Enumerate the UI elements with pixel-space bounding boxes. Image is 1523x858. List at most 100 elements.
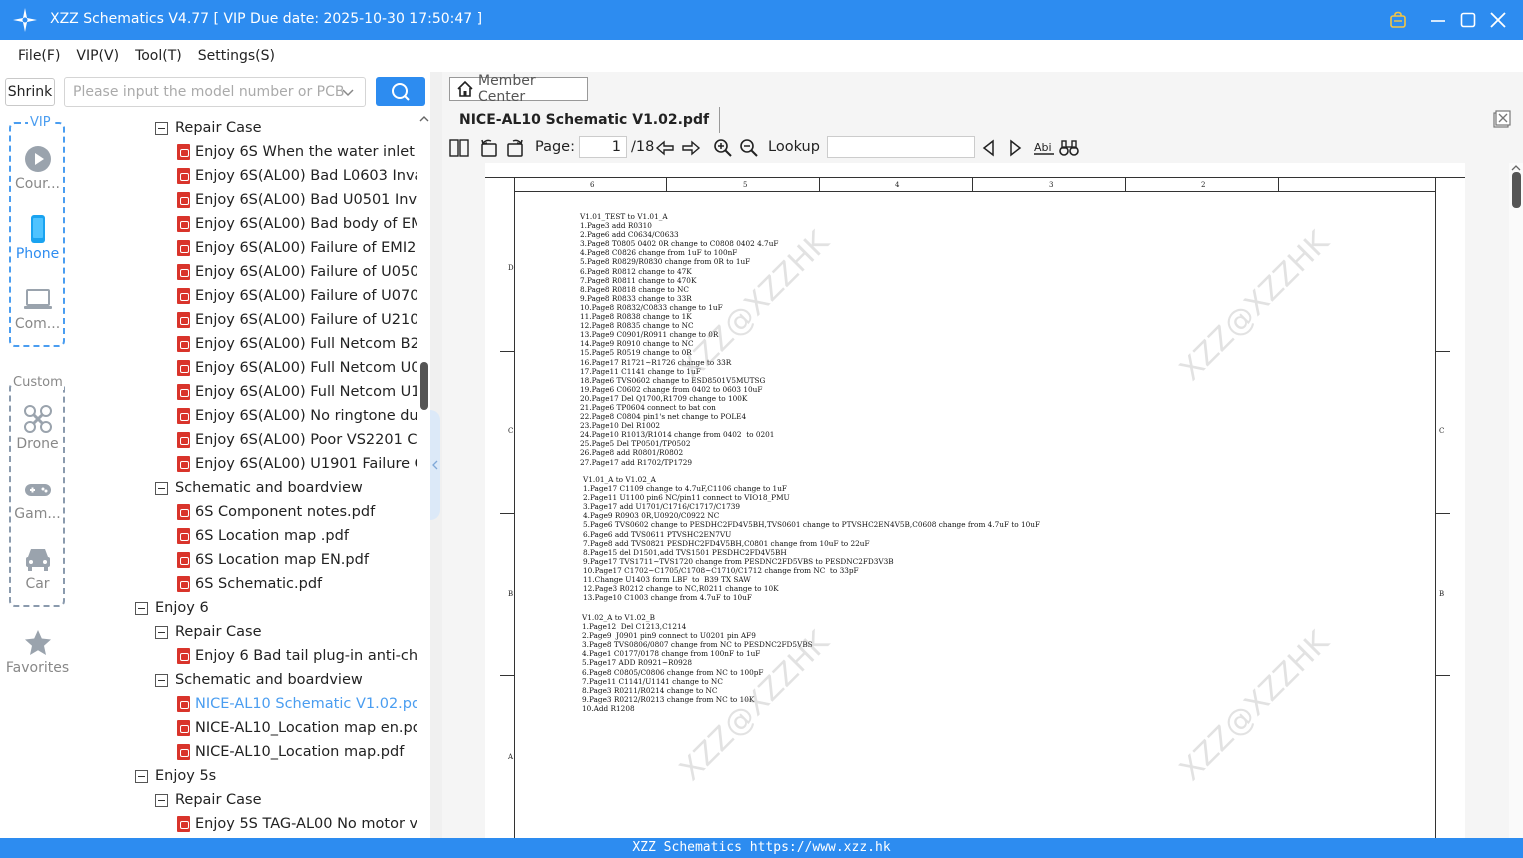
menu-settings[interactable]: Settings(S) (198, 48, 275, 64)
two-page-view-icon[interactable] (449, 138, 469, 158)
model-search-input[interactable]: Please input the model number or PCB (64, 77, 366, 107)
tree-folder[interactable]: Schematic and boardview (155, 668, 363, 692)
page-scrollbar[interactable] (1509, 163, 1523, 838)
menu-tool[interactable]: Tool(T) (135, 48, 182, 64)
collapse-toggle-icon[interactable] (135, 769, 148, 783)
tree-folder[interactable]: Enjoy 6 (135, 596, 209, 620)
tree-item-label: Enjoy 6S(AL00) Bad body of EM (195, 216, 417, 232)
ruler-number: 6 (590, 181, 595, 189)
rotate-right-icon[interactable] (505, 138, 525, 158)
pdf-file-icon (177, 264, 190, 280)
tree-item-label: Enjoy 6S(AL00) Bad L0603 Invali (195, 168, 417, 184)
file-tree: Repair Case Enjoy 6S When the water inlet… (75, 112, 417, 838)
side-letter: A (508, 753, 514, 761)
tree-file[interactable]: 6S Component notes.pdf (177, 500, 375, 524)
scroll-up-icon[interactable] (418, 114, 430, 124)
tree-file[interactable]: NICE-AL10_Location map.pdf (177, 740, 404, 764)
tree-file[interactable]: Enjoy 6S(AL00) Full Netcom B22 (177, 332, 417, 356)
chevron-down-icon[interactable] (341, 86, 355, 100)
tree-file[interactable]: Enjoy 6S(AL00) Failure of U0501 (177, 260, 417, 284)
tree-folder[interactable]: Enjoy 5s (135, 764, 216, 788)
pdf-file-icon (177, 240, 190, 256)
member-center-button[interactable]: Member Center (449, 73, 588, 105)
tree-file[interactable]: Enjoy 6S(AL00) Bad body of EM (177, 212, 417, 236)
tree-file[interactable]: Enjoy 6S(AL00) Failure of U0701 (177, 284, 417, 308)
play-circle-icon (24, 146, 51, 172)
minimize-icon[interactable] (1426, 8, 1450, 32)
collapse-panel-tab[interactable] (430, 410, 440, 520)
zoom-out-icon[interactable] (739, 138, 759, 158)
laptop-icon (23, 289, 52, 309)
ruler-top-line (485, 177, 1465, 178)
tree-file[interactable]: NICE-AL10_Location map en.pd (177, 716, 417, 740)
tree-file[interactable]: Enjoy 6S(AL00) No ringtone due (177, 404, 417, 428)
pdf-file-icon (177, 312, 190, 328)
tree-file[interactable]: 6S Location map .pdf (177, 524, 349, 548)
tree-scroll-thumb[interactable] (420, 362, 428, 410)
pdf-file-icon (177, 576, 190, 592)
page-number-input[interactable]: 1 (579, 136, 627, 158)
page-scroll-thumb[interactable] (1512, 172, 1521, 208)
zoom-in-icon[interactable] (713, 138, 733, 158)
tree-folder[interactable]: Schematic and boardview (155, 476, 363, 500)
tree-file[interactable]: Enjoy 6S(AL00) Full Netcom U07 (177, 356, 417, 380)
maximize-icon[interactable] (1456, 8, 1480, 32)
search-button[interactable] (376, 77, 425, 106)
rail-item-course[interactable]: Cour... (0, 144, 75, 192)
close-document-icon[interactable] (1493, 110, 1511, 128)
lookup-input[interactable] (827, 136, 975, 158)
vip-bag-icon[interactable] (1386, 8, 1410, 32)
close-icon[interactable] (1486, 8, 1510, 32)
tree-scrollbar[interactable] (417, 112, 431, 838)
tree-folder[interactable]: Repair Case (155, 620, 262, 644)
tree-file[interactable]: Enjoy 6S(AL00) Bad U0501 Inval (177, 188, 417, 212)
match-whole-word-icon[interactable]: Abi (1033, 138, 1055, 158)
tree-file[interactable]: Enjoy 6S(AL00) Failure of EMI24 (177, 236, 417, 260)
tree-file[interactable]: Enjoy 6S When the water inlet s (177, 140, 417, 164)
tree-folder[interactable]: Repair Case (155, 788, 262, 812)
tree-file[interactable]: NICE-AL10 Schematic V1.02.pdf (177, 692, 417, 716)
tree-file[interactable]: 6S Location map EN.pdf (177, 548, 369, 572)
previous-page-arrow-icon[interactable] (655, 138, 675, 158)
rail-item-computer[interactable]: Com... (0, 284, 75, 332)
pdf-page[interactable]: 6 5 4 3 2 D C B A C B V1.01_TEST to V1.0… (485, 163, 1465, 838)
binoculars-icon[interactable] (1059, 138, 1079, 158)
ruler-tick (1435, 177, 1436, 191)
rail-item-car[interactable]: Car (0, 544, 75, 592)
tree-file[interactable]: Enjoy 6S(AL00) Full Netcom U11 (177, 380, 417, 404)
tree-file[interactable]: Enjoy 5S TAG-AL00 No motor vi (177, 812, 417, 836)
tree-file[interactable]: 6S Schematic.pdf (177, 572, 322, 596)
collapse-toggle-icon[interactable] (155, 673, 168, 687)
menu-file[interactable]: File(F) (18, 48, 60, 64)
find-next-icon[interactable] (1007, 138, 1023, 158)
revision-notes-block-1: V1.01_TEST to V1.01_A 1.Page3 add R0310 … (580, 212, 779, 467)
rail-item-phone[interactable]: Phone (0, 214, 75, 262)
menu-vip[interactable]: VIP(V) (76, 48, 119, 64)
tree-file[interactable]: Enjoy 6S(AL00) Poor VS2201 Ca (177, 428, 417, 452)
tree-file[interactable]: Enjoy 6 Bad tail plug-in anti-ch (177, 644, 417, 668)
next-page-arrow-icon[interactable] (681, 138, 701, 158)
find-previous-icon[interactable] (981, 138, 997, 158)
ruler-tick (1278, 177, 1279, 191)
gamepad-icon (24, 484, 51, 496)
tree-item-label: Enjoy 5s (155, 768, 217, 784)
collapse-toggle-icon[interactable] (135, 601, 148, 615)
collapse-toggle-icon[interactable] (155, 793, 168, 807)
document-tab[interactable]: NICE-AL10 Schematic V1.02.pdf (449, 107, 721, 133)
tree-folder[interactable]: Repair Case (155, 116, 262, 140)
collapse-toggle-icon[interactable] (155, 481, 168, 495)
collapse-toggle-icon[interactable] (155, 625, 168, 639)
rotate-left-icon[interactable] (479, 138, 499, 158)
tree-item-label: NICE-AL10_Location map en.pd (195, 720, 417, 736)
rail-item-game[interactable]: Gam... (0, 474, 75, 522)
rail-item-favorites[interactable]: Favorites (0, 628, 75, 676)
tree-item-label: Enjoy 6S(AL00) Poor VS2201 Ca (195, 432, 417, 448)
rail-item-drone[interactable]: Drone (0, 404, 75, 452)
collapse-toggle-icon[interactable] (155, 121, 168, 135)
scroll-up-icon[interactable] (1510, 164, 1522, 172)
tree-file[interactable]: Enjoy 6S(AL00) U1901 Failure Ca (177, 452, 417, 476)
drone-icon (23, 405, 52, 433)
tree-file[interactable]: Enjoy 6S(AL00) Bad L0603 Invali (177, 164, 417, 188)
tree-file[interactable]: Enjoy 6S(AL00) Failure of U2101 (177, 308, 417, 332)
shrink-button[interactable]: Shrink (5, 78, 55, 106)
